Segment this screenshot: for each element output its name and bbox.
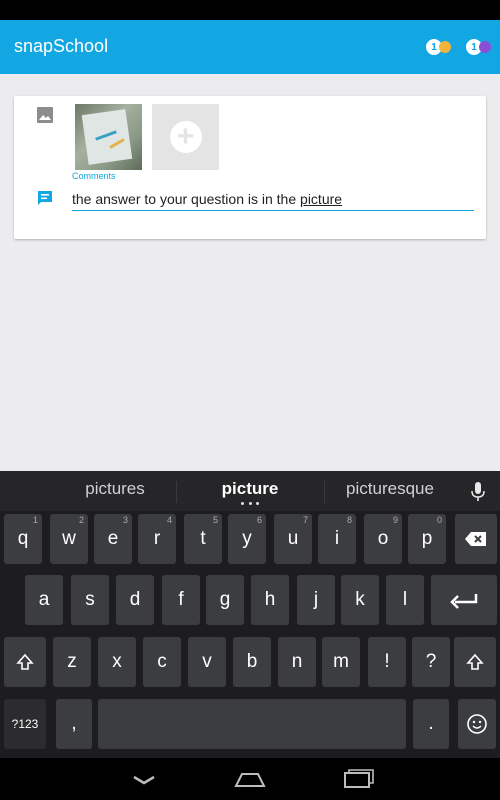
- gem-badge[interactable]: 1: [466, 36, 491, 58]
- answer-input[interactable]: the answer to your question is in the pi…: [72, 188, 474, 211]
- period-key[interactable]: .: [413, 699, 449, 749]
- status-bar: [0, 0, 500, 20]
- plus-icon: +: [169, 121, 202, 153]
- key-n[interactable]: n: [278, 637, 316, 687]
- suggestion-bar: pictures picture picturesque: [0, 471, 500, 511]
- suggestion-right[interactable]: picturesque: [330, 479, 450, 499]
- key-p[interactable]: p0: [408, 514, 446, 564]
- app-bar: snapSchool 1 1: [0, 20, 500, 74]
- key-c[interactable]: c: [143, 637, 181, 687]
- key-hint: 8: [346, 515, 352, 525]
- key-hint: 4: [166, 515, 172, 525]
- key-hint: 3: [122, 515, 128, 525]
- key-g[interactable]: g: [206, 575, 244, 625]
- emoji-icon: [467, 714, 487, 734]
- key-i[interactable]: i8: [318, 514, 356, 564]
- key-exclamation[interactable]: !: [368, 637, 406, 687]
- recent-apps-icon[interactable]: [338, 767, 378, 791]
- answer-text: the answer to your question is in the: [72, 191, 301, 207]
- image-icon: [37, 107, 53, 123]
- key-h[interactable]: h: [251, 575, 289, 625]
- comment-icon: [38, 191, 52, 205]
- key-m[interactable]: m: [322, 637, 360, 687]
- emoji-key[interactable]: [458, 699, 496, 749]
- key-hint: 1: [32, 515, 38, 525]
- key-a[interactable]: a: [25, 575, 63, 625]
- enter-key[interactable]: [431, 575, 497, 625]
- backspace-key[interactable]: [455, 514, 497, 564]
- enter-icon: [450, 594, 478, 609]
- key-hint: 5: [212, 515, 218, 525]
- key-o[interactable]: o9: [364, 514, 402, 564]
- more-suggestions-indicator: [241, 502, 259, 506]
- back-chevron-icon[interactable]: [124, 767, 164, 791]
- key-hint: 0: [436, 515, 442, 525]
- key-w[interactable]: w2: [50, 514, 88, 564]
- key-s[interactable]: s: [71, 575, 109, 625]
- key-q[interactable]: q1: [4, 514, 42, 564]
- comments-label: Comments: [72, 171, 116, 181]
- add-photo-button[interactable]: +: [152, 104, 219, 170]
- key-b[interactable]: b: [233, 637, 271, 687]
- backspace-icon: [465, 532, 486, 546]
- key-v[interactable]: v: [188, 637, 226, 687]
- home-icon[interactable]: [230, 767, 270, 791]
- soft-keyboard: pictures picture picturesque q1w2e3r4t5y…: [0, 471, 500, 758]
- key-x[interactable]: x: [98, 637, 136, 687]
- shift-key-right[interactable]: [454, 637, 496, 687]
- gem-icon: [479, 41, 491, 53]
- microphone-icon[interactable]: [470, 481, 486, 503]
- key-e[interactable]: e3: [94, 514, 132, 564]
- coin-icon: [439, 41, 451, 53]
- key-k[interactable]: k: [341, 575, 379, 625]
- answer-text-current-word: picture: [300, 191, 343, 207]
- shift-icon: [466, 653, 484, 670]
- suggestion-divider: [324, 481, 325, 503]
- key-l[interactable]: l: [386, 575, 424, 625]
- navigation-bar: [0, 758, 500, 800]
- key-z[interactable]: z: [53, 637, 91, 687]
- key-hint: 9: [392, 515, 398, 525]
- key-question[interactable]: ?: [412, 637, 450, 687]
- symbols-key[interactable]: ?123: [4, 699, 46, 749]
- answer-card: + Comments the answer to your question i…: [14, 96, 486, 239]
- attached-photo-thumbnail[interactable]: [75, 104, 142, 170]
- shift-key-left[interactable]: [4, 637, 46, 687]
- key-t[interactable]: t5: [184, 514, 222, 564]
- key-f[interactable]: f: [162, 575, 200, 625]
- suggestion-center[interactable]: picture: [195, 479, 305, 499]
- key-d[interactable]: d: [116, 575, 154, 625]
- key-j[interactable]: j: [297, 575, 335, 625]
- key-u[interactable]: u7: [274, 514, 312, 564]
- shift-icon: [16, 653, 34, 670]
- coin-badge[interactable]: 1: [426, 36, 451, 58]
- space-key[interactable]: [98, 699, 406, 749]
- suggestion-divider: [176, 481, 177, 503]
- key-r[interactable]: r4: [138, 514, 176, 564]
- app-title: snapSchool: [14, 36, 109, 56]
- key-y[interactable]: y6: [228, 514, 266, 564]
- comma-key[interactable]: ,: [56, 699, 92, 749]
- key-hint: 7: [302, 515, 308, 525]
- suggestion-left[interactable]: pictures: [60, 479, 170, 499]
- key-hint: 2: [78, 515, 84, 525]
- key-hint: 6: [256, 515, 262, 525]
